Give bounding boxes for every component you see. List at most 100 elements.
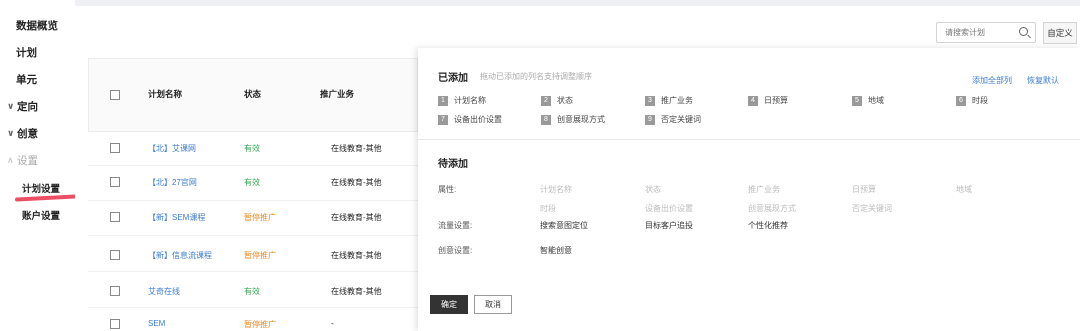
added-column-label: 计划名称	[454, 96, 486, 105]
column-header-status[interactable]: 状态	[244, 88, 261, 100]
order-number: 4	[748, 95, 758, 106]
sidebar-item-overview[interactable]: 数据概览	[0, 12, 75, 39]
sidebar-item-label: 账户设置	[22, 210, 61, 222]
attribute-option: 推广业务	[748, 185, 780, 194]
order-number: 6	[956, 95, 966, 106]
row-checkbox[interactable]	[110, 286, 120, 296]
plan-name-link[interactable]: 【北】27官网	[148, 177, 197, 188]
select-all-checkbox[interactable]	[110, 90, 120, 100]
sidebar-item-unit[interactable]: 单元	[0, 66, 75, 93]
business-text: 在线教育-其他	[331, 178, 382, 187]
chevron-down-icon: ∨	[7, 128, 15, 138]
sidebar-item-account-settings[interactable]: 账户设置	[0, 201, 75, 228]
order-number: 5	[852, 95, 862, 106]
added-column-item[interactable]: 5 地域	[852, 95, 884, 106]
cancel-button[interactable]: 取消	[474, 295, 512, 314]
attribute-option: 地域	[956, 185, 972, 194]
sidebar-item-label: 计划设置	[22, 183, 61, 195]
order-number: 7	[438, 114, 448, 125]
attribute-option: 创意展现方式	[748, 204, 796, 213]
added-column-label: 创意展现方式	[557, 115, 605, 124]
added-column-label: 设备出价设置	[454, 115, 502, 124]
sidebar-item-label: 数据概览	[16, 20, 58, 32]
traffic-row-label: 流量设置:	[438, 221, 473, 230]
pending-section-title: 待添加	[438, 159, 468, 170]
chevron-up-icon: ∧	[7, 155, 14, 165]
status-text: 暂停推广	[244, 213, 276, 222]
add-all-columns-link[interactable]: 添加全部列	[972, 75, 1012, 86]
order-number: 9	[645, 114, 655, 125]
drag-hint: 拖动已添加的列名支持调整顺序	[480, 72, 592, 81]
plan-name-link[interactable]: SEM	[148, 319, 165, 328]
sidebar-item-label: 设置	[17, 155, 38, 167]
added-column-item[interactable]: 7 设备出价设置	[438, 114, 502, 125]
status-text: 有效	[244, 144, 260, 153]
sidebar-item-settings[interactable]: ∧ 设置	[0, 147, 75, 174]
attribute-option: 计划名称	[540, 185, 572, 194]
row-checkbox[interactable]	[110, 319, 120, 329]
status-text: 暂停推广	[244, 251, 276, 260]
attribute-option: 时段	[540, 204, 556, 213]
creative-row-label: 创意设置:	[438, 246, 473, 255]
added-column-label: 日预算	[764, 96, 788, 105]
plan-name-link[interactable]: 艾奇在线	[148, 286, 180, 297]
sidebar: 数据概览 计划 单元 ∨ 定向 ∨ 创意 ∧ 设置 计划设置 账户设置	[0, 0, 75, 331]
business-text: 在线教育-其他	[331, 213, 382, 222]
creative-option[interactable]: 智能创意	[540, 245, 572, 256]
traffic-option[interactable]: 搜索意图定位	[540, 220, 588, 231]
status-text: 暂停推广	[244, 320, 276, 329]
added-column-label: 地域	[868, 96, 884, 105]
added-column-item[interactable]: 4 日预算	[748, 95, 788, 106]
business-text: 在线教育-其他	[331, 144, 382, 153]
business-text: -	[331, 319, 334, 328]
sidebar-item-plan[interactable]: 计划	[0, 39, 75, 66]
sidebar-item-label: 定向	[17, 101, 38, 113]
added-column-item[interactable]: 8 创意展现方式	[541, 114, 605, 125]
search-box[interactable]	[936, 22, 1036, 43]
column-header-plan-name[interactable]: 计划名称	[148, 88, 182, 100]
traffic-option[interactable]: 目标客户追投	[645, 220, 693, 231]
business-text: 在线教育-其他	[331, 287, 382, 296]
sidebar-item-label: 计划	[16, 47, 37, 59]
order-number: 3	[645, 95, 655, 106]
added-column-item[interactable]: 6 时段	[956, 95, 988, 106]
traffic-option[interactable]: 个性化推荐	[748, 220, 788, 231]
plan-name-link[interactable]: 【北】艾课网	[148, 143, 196, 154]
added-column-item[interactable]: 1 计划名称	[438, 95, 486, 106]
row-checkbox[interactable]	[110, 143, 120, 153]
column-header-business[interactable]: 推广业务	[320, 88, 354, 100]
sidebar-item-label: 单元	[16, 74, 37, 86]
restore-default-link[interactable]: 恢复默认	[1027, 75, 1059, 86]
search-input[interactable]	[945, 28, 1017, 37]
column-customize-panel: 已添加 拖动已添加的列名支持调整顺序 添加全部列 恢复默认 1 计划名称 2 状态 …	[418, 48, 1080, 331]
added-column-item[interactable]: 9 否定关键词	[645, 114, 701, 125]
attribute-option: 状态	[645, 185, 661, 194]
chevron-down-icon: ∨	[7, 101, 15, 111]
attribute-option: 日预算	[852, 185, 876, 194]
attributes-row-label: 属性:	[438, 185, 457, 194]
sidebar-item-creative[interactable]: ∨ 创意	[0, 120, 75, 147]
section-divider	[418, 139, 1080, 140]
order-number: 2	[541, 95, 551, 106]
customize-columns-button[interactable]: 自定义	[1043, 22, 1077, 44]
order-number: 8	[541, 114, 551, 125]
status-text: 有效	[244, 287, 260, 296]
added-column-item[interactable]: 2 状态	[541, 95, 573, 106]
added-section-title: 已添加	[438, 73, 468, 84]
search-icon[interactable]	[1019, 27, 1028, 36]
sidebar-item-targeting[interactable]: ∨ 定向	[0, 93, 75, 120]
added-column-label: 状态	[557, 96, 573, 105]
confirm-button[interactable]: 确定	[430, 295, 468, 314]
attribute-option: 否定关键词	[852, 204, 892, 213]
row-checkbox[interactable]	[110, 212, 120, 222]
added-column-label: 时段	[972, 96, 988, 105]
status-text: 有效	[244, 178, 260, 187]
added-column-label: 推广业务	[661, 96, 693, 105]
plan-name-link[interactable]: 【新】信息流课程	[148, 250, 212, 261]
row-checkbox[interactable]	[110, 177, 120, 187]
sidebar-item-label: 创意	[17, 128, 38, 140]
attribute-option: 设备出价设置	[645, 204, 693, 213]
added-column-item[interactable]: 3 推广业务	[645, 95, 693, 106]
plan-name-link[interactable]: 【新】SEM课程	[148, 212, 205, 223]
row-checkbox[interactable]	[110, 250, 120, 260]
